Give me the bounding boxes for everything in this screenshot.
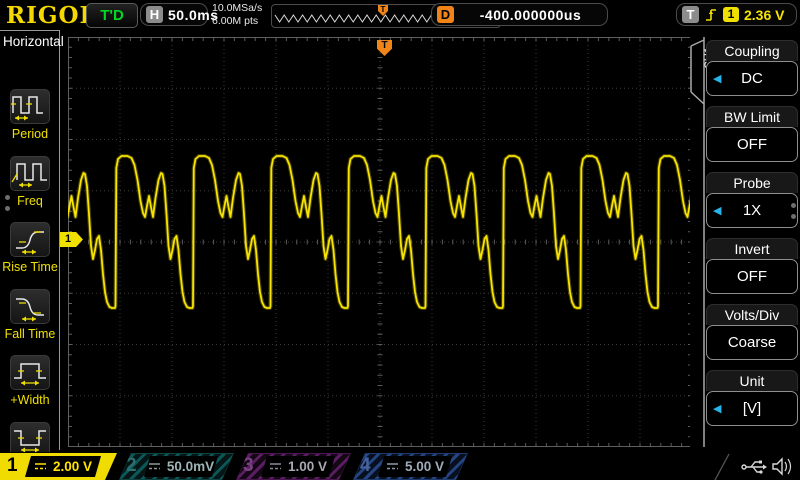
left-menu-title: Horizontal bbox=[3, 34, 64, 49]
probe-header: Probe bbox=[706, 172, 798, 193]
chevron-left-icon: ◀ bbox=[713, 73, 722, 85]
system-tray-icons bbox=[714, 453, 792, 480]
channel-4-scale-box: 5.00 V bbox=[378, 456, 452, 477]
dc-coupling-icon bbox=[34, 462, 47, 471]
fall-time-label: Fall Time bbox=[4, 327, 56, 341]
usb-icon bbox=[741, 460, 767, 474]
system-tray bbox=[705, 453, 800, 480]
trigger-status-badge: T'D bbox=[86, 3, 138, 28]
channel-1-number: 1 bbox=[7, 455, 18, 476]
channel-3-scale: 1.00 V bbox=[287, 459, 328, 474]
trigger-source-badge: 1 bbox=[723, 7, 739, 22]
d-key-icon: D bbox=[437, 6, 454, 23]
volts-div-header: Volts/Div bbox=[706, 304, 798, 325]
channel-3-number: 3 bbox=[243, 455, 254, 476]
probe-value: 1X bbox=[742, 202, 762, 219]
menu-volts-div: Volts/Div Coarse bbox=[706, 304, 798, 360]
dc-coupling-icon bbox=[386, 462, 399, 471]
channel-status-bar: 1 2.00 V 2 50.0mV 3 1.00 V 4 5.00 V bbox=[0, 452, 800, 480]
channel-2-scale: 50.0mV bbox=[166, 459, 215, 474]
menu-bw-limit: BW Limit OFF bbox=[706, 106, 798, 162]
rise-time-icon bbox=[16, 231, 44, 255]
invert-header: Invert bbox=[706, 238, 798, 259]
coupling-value-button[interactable]: ◀ DC bbox=[706, 61, 798, 96]
unit-value: [V] bbox=[742, 400, 762, 417]
beeper-icon bbox=[772, 457, 792, 476]
trigger-level-value: 2.36 V bbox=[744, 6, 785, 23]
channel-1-scale-box: 2.00 V bbox=[25, 456, 101, 477]
left-measure-menu: Horizontal Period Freq Rise Time Fall Ti… bbox=[0, 30, 64, 474]
t-key-icon: T bbox=[682, 6, 699, 23]
channel-4-scale: 5.00 V bbox=[404, 459, 445, 474]
menu-invert: Invert OFF bbox=[706, 238, 798, 294]
menu-unit: Unit ◀ [V] bbox=[706, 370, 798, 426]
graticule-grid bbox=[36, 37, 735, 447]
channel-4-number: 4 bbox=[360, 455, 371, 476]
channel-2-number: 2 bbox=[126, 455, 137, 476]
memory-depth: 6.00M pts bbox=[212, 15, 259, 27]
channel-2-scale-box: 50.0mV bbox=[144, 456, 218, 477]
horizontal-timebase-group[interactable]: H 50.0ms bbox=[140, 3, 218, 26]
sample-rate: 10.0MSa/s bbox=[212, 2, 263, 14]
minus-width-icon bbox=[14, 430, 46, 453]
menu-probe: Probe ◀ 1X bbox=[706, 172, 798, 228]
chevron-left-icon: ◀ bbox=[713, 403, 722, 415]
channel-4-status[interactable]: 4 5.00 V bbox=[353, 453, 468, 480]
dc-coupling-icon bbox=[148, 462, 161, 471]
freq-button[interactable] bbox=[9, 155, 51, 192]
invert-value-button[interactable]: OFF bbox=[706, 259, 798, 294]
right-menu-page-dots bbox=[791, 197, 797, 225]
period-button[interactable] bbox=[9, 88, 51, 125]
coupling-header: Coupling bbox=[706, 40, 798, 61]
invert-value: OFF bbox=[737, 268, 767, 285]
h-key-icon: H bbox=[146, 6, 163, 23]
channel-3-scale-box: 1.00 V bbox=[261, 456, 335, 477]
menu-coupling: Coupling ◀ DC bbox=[706, 40, 798, 96]
bw-limit-value-button[interactable]: OFF bbox=[706, 127, 798, 162]
volts-div-value: Coarse bbox=[727, 334, 777, 351]
plus-width-icon bbox=[14, 363, 46, 386]
trigger-group[interactable]: T 1 2.36 V bbox=[676, 3, 797, 26]
fall-time-button[interactable] bbox=[9, 288, 51, 325]
acquisition-info: 10.0MSa/s 6.00M pts bbox=[212, 2, 262, 28]
volts-div-value-button[interactable]: Coarse bbox=[706, 325, 798, 360]
unit-value-button[interactable]: ◀ [V] bbox=[706, 391, 798, 426]
plus-width-button[interactable] bbox=[9, 354, 51, 391]
chevron-left-icon: ◀ bbox=[713, 205, 722, 217]
left-menu-page-dots bbox=[5, 189, 11, 217]
channel-2-status[interactable]: 2 50.0mV bbox=[119, 453, 234, 480]
bw-limit-header: BW Limit bbox=[706, 106, 798, 127]
unit-header: Unit bbox=[706, 370, 798, 391]
fall-time-icon bbox=[16, 298, 44, 322]
graticule-display bbox=[36, 37, 735, 447]
delay-group[interactable]: D -400.000000us bbox=[431, 3, 608, 26]
rise-time-button[interactable] bbox=[9, 221, 51, 258]
coupling-value: DC bbox=[741, 70, 763, 87]
bw-limit-value: OFF bbox=[737, 136, 767, 153]
oscilloscope-screen: RIGOL T'D H 50.0ms 10.0MSa/s 6.00M pts T… bbox=[0, 0, 800, 480]
freq-icon bbox=[11, 163, 47, 188]
period-icon bbox=[11, 96, 43, 121]
timebase-value: 50.0ms bbox=[168, 6, 219, 23]
plus-width-label: +Width bbox=[10, 393, 50, 407]
probe-value-button[interactable]: ◀ 1X bbox=[706, 193, 798, 228]
dc-coupling-icon bbox=[269, 462, 282, 471]
delay-value: -400.000000us bbox=[479, 6, 582, 23]
rigol-logo: RIGOL bbox=[6, 2, 97, 29]
rise-time-label: Rise Time bbox=[2, 260, 58, 274]
top-status-bar: RIGOL T'D H 50.0ms 10.0MSa/s 6.00M pts T… bbox=[0, 0, 800, 30]
period-label: Period bbox=[11, 127, 49, 141]
rising-edge-icon bbox=[706, 9, 716, 21]
right-channel-menu: CH1 Coupling ◀ DC BW Limit OFF Probe ◀ 1… bbox=[690, 30, 800, 450]
channel-1-scale: 2.00 V bbox=[52, 459, 93, 474]
channel-1-status[interactable]: 1 2.00 V bbox=[0, 453, 117, 480]
channel-3-status[interactable]: 3 1.00 V bbox=[236, 453, 351, 480]
